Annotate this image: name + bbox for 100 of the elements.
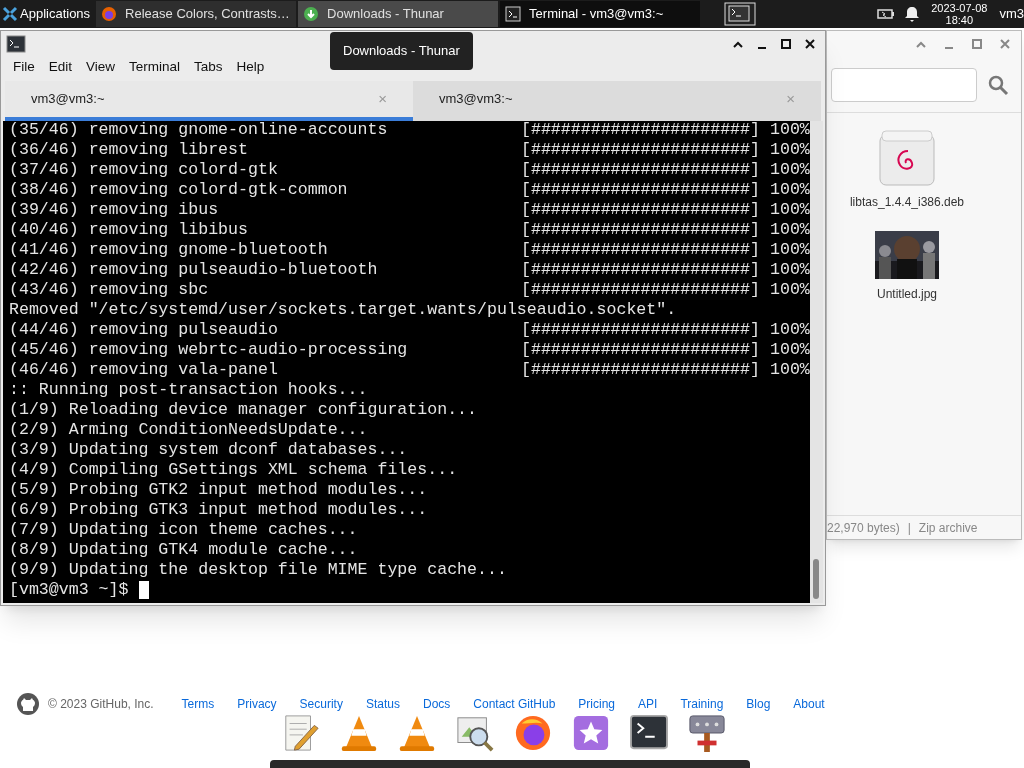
terminal-line: :: Running post-transaction hooks... — [9, 380, 368, 400]
globe-icon[interactable] — [514, 714, 552, 752]
percent-text: 100% — [770, 360, 810, 380]
percent-text: 100% — [770, 340, 810, 360]
shell-prompt: [vm3@vm3 ~]$ — [9, 580, 129, 600]
terminal-line: (3/9) Updating system dconf databases... — [9, 440, 408, 460]
image-viewer-icon[interactable] — [456, 714, 494, 752]
progress-bar-text: [######################] — [521, 360, 760, 380]
progress-bar-text: [######################] — [521, 220, 760, 240]
user-name[interactable]: vm3 — [999, 4, 1024, 24]
bell-icon[interactable] — [905, 6, 920, 22]
terminal-line: (6/9) Probing GTK3 input method modules... — [9, 500, 428, 520]
copyright-text: © 2023 GitHub, Inc. — [48, 696, 154, 713]
terminal-line: (4/9) Compiling GSettings XML schema files... — [9, 460, 458, 480]
footer-link[interactable]: Training — [680, 695, 724, 713]
terminal-line: (35/46) removing gnome-online-accounts — [9, 121, 389, 140]
traffic-cone-icon[interactable] — [340, 714, 378, 752]
tooltip: Downloads - Thunar — [330, 32, 473, 70]
terminal-icon[interactable] — [630, 714, 668, 752]
status-text: Zip archive — [918, 519, 978, 537]
terminal-line: (9/9) Updating the desktop file MIME type cache... — [9, 560, 507, 580]
browser-icon — [101, 6, 118, 22]
percent-text: 100% — [770, 121, 810, 140]
terminal-line: (1/9) Reloading device manager configuration... — [9, 400, 478, 420]
file-name: libtas_1.4.4_i386.deb — [849, 194, 965, 211]
progress-bar-text: [######################] — [521, 280, 760, 300]
footer-link[interactable]: Pricing — [578, 695, 616, 713]
terminal-line: (44/46) removing pulseaudio — [9, 320, 279, 340]
maximize-icon[interactable] — [780, 37, 792, 50]
terminal-line: Removed "/etc/systemd/user/sockets.target.wants/pulseaudio.socket". — [9, 300, 677, 320]
search-icon[interactable] — [987, 73, 1009, 96]
path-field[interactable] — [831, 67, 977, 102]
taskbar-button[interactable]: Terminal - vm3@vm3:~ — [500, 1, 701, 27]
package-icon — [878, 129, 936, 187]
app-menu-icon — [2, 6, 18, 22]
terminal-line: (43/46) removing sbc — [9, 280, 210, 300]
terminal-tab[interactable]: vm3@vm3:~ × — [5, 81, 413, 121]
thumbnail-item[interactable]: Untitled.jpg — [875, 231, 939, 303]
terminal-line: (5/9) Probing GTK2 input method modules... — [9, 480, 428, 500]
footer-link[interactable]: Privacy — [237, 695, 277, 713]
network-tool-icon[interactable] — [688, 714, 726, 752]
menu-item[interactable]: Help — [229, 57, 272, 78]
terminal-icon — [505, 6, 522, 22]
terminal-line: (38/46) removing colord-gtk-common — [9, 180, 349, 200]
percent-text: 100% — [770, 200, 810, 220]
footer-link[interactable]: Contact GitHub — [473, 695, 556, 713]
menu-item[interactable]: Terminal — [122, 57, 188, 78]
applications-menu[interactable]: Applications — [0, 0, 93, 28]
percent-text: 100% — [770, 260, 810, 280]
percent-text: 100% — [770, 320, 810, 340]
footer-link[interactable]: About — [793, 695, 825, 713]
progress-bar-text: [######################] — [521, 340, 760, 360]
footer-link[interactable]: Blog — [746, 695, 771, 713]
terminal-line: (41/46) removing gnome-bluetooth — [9, 240, 329, 260]
status-text: 22,970 bytes) — [827, 519, 900, 537]
terminal-line: (37/46) removing colord-gtk — [9, 160, 279, 180]
percent-text: 100% — [770, 280, 810, 300]
terminal-line: (46/46) removing vala-panel — [9, 360, 279, 380]
thumbnail-item[interactable]: libtas_1.4.4_i386.deb — [849, 129, 965, 211]
percent-text: 100% — [770, 180, 810, 200]
progress-bar-text: [######################] — [521, 240, 760, 260]
percent-text: 100% — [770, 220, 810, 240]
file-name: Untitled.jpg — [876, 286, 937, 303]
close-icon[interactable] — [804, 37, 816, 50]
progress-bar-text: [######################] — [521, 200, 760, 220]
footer-link[interactable]: Docs — [422, 695, 451, 713]
progress-bar-text: [######################] — [521, 180, 760, 200]
footer-link[interactable]: Terms — [181, 695, 215, 713]
traffic-cone-icon[interactable] — [398, 714, 436, 752]
menu-item[interactable]: File — [6, 57, 42, 78]
terminal-line: (8/9) Updating GTK4 module cache... — [9, 540, 358, 560]
text-editor-icon[interactable] — [282, 714, 320, 752]
terminal-line: (42/46) removing pulseaudio-bluetooth — [9, 260, 379, 280]
taskbar-button[interactable]: Downloads - Thunar — [298, 1, 499, 27]
taskbar-button[interactable]: Release Colors, Contrasts… — [96, 1, 297, 27]
menu-item[interactable]: View — [79, 57, 123, 78]
progress-bar-text: [######################] — [521, 160, 760, 180]
clock-time: 18:40 — [945, 14, 974, 26]
scrollbar-thumb[interactable] — [813, 559, 820, 599]
workspace-icon[interactable] — [724, 2, 757, 26]
menu-item[interactable]: Tabs — [187, 57, 230, 78]
footer-link[interactable]: API — [638, 695, 658, 713]
clock[interactable]: 2023-07-08 18:40 — [931, 2, 988, 26]
terminal-line: (2/9) Arming ConditionNeedsUpdate... — [9, 420, 368, 440]
clock-date: 2023-07-08 — [931, 2, 988, 14]
battery-icon[interactable] — [877, 8, 896, 20]
status-separator: | — [907, 519, 911, 537]
percent-text: 100% — [770, 160, 810, 180]
terminal-icon — [6, 34, 26, 53]
terminal-line: (36/46) removing librest — [9, 140, 249, 160]
terminal-line: (7/9) Updating icon theme caches... — [9, 520, 358, 540]
terminal-line: (40/46) removing libibus — [9, 220, 249, 240]
footer-link[interactable]: Status — [365, 695, 400, 713]
progress-bar-text: [######################] — [521, 140, 760, 160]
terminal-line: (45/46) removing webrtc-audio-processing — [9, 340, 409, 360]
progress-bar-text: [######################] — [521, 121, 760, 140]
menu-item[interactable]: Edit — [41, 57, 80, 78]
percent-text: 100% — [770, 240, 810, 260]
footer-link[interactable]: Security — [299, 695, 343, 713]
percent-text: 100% — [770, 140, 810, 160]
